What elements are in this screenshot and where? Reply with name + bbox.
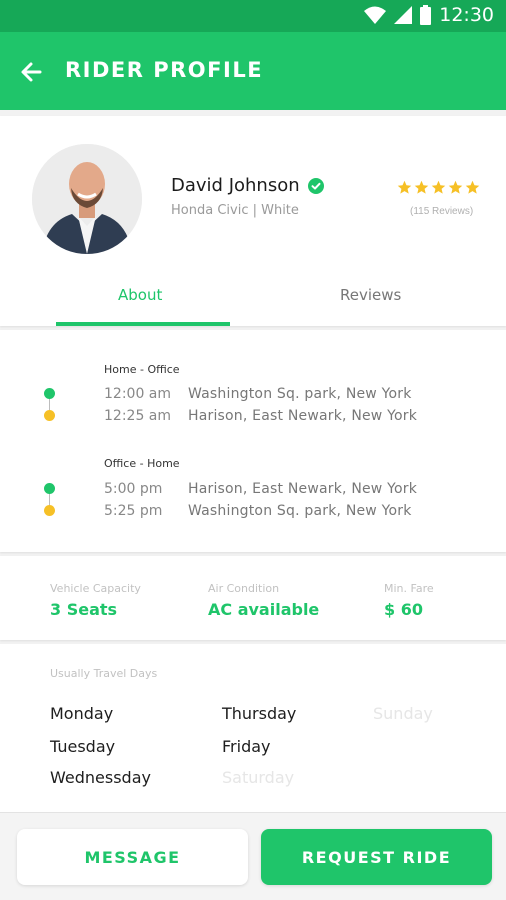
day-thursday: Thursday <box>222 704 297 723</box>
star-icon <box>448 180 463 194</box>
name-row: David Johnson <box>171 175 324 196</box>
capacity-label: Vehicle Capacity <box>50 582 141 595</box>
bottom-action-bar: MESSAGE REQUEST RIDE <box>0 812 506 900</box>
stop-address: Harison, East Newark, New York <box>188 481 418 497</box>
tab-indicator <box>56 322 230 326</box>
day-tuesday: Tuesday <box>50 737 116 756</box>
wifi-icon <box>364 6 387 24</box>
rider-name: David Johnson <box>171 175 300 196</box>
star-icon <box>397 180 412 194</box>
vehicle-info: Honda Civic | White <box>171 203 299 218</box>
page-title: RIDER PROFILE <box>65 58 264 82</box>
status-time: 12:30 <box>439 4 494 26</box>
vehicle-info-card: Vehicle Capacity 3 Seats Air Condition A… <box>0 556 506 640</box>
route-start-dot <box>44 388 55 399</box>
travel-days-label: Usually Travel Days <box>50 667 158 680</box>
capacity-value: 3 Seats <box>50 600 118 619</box>
stop-time: 12:00 am <box>104 386 172 402</box>
battery-icon <box>420 5 432 25</box>
status-icons: 12:30 <box>364 4 494 26</box>
reviews-count: (115 Reviews) <box>410 206 474 217</box>
routes-card: Home - Office 12:00 am Washington Sq. pa… <box>0 330 506 552</box>
route-title: Home - Office <box>104 363 180 376</box>
app-bar: RIDER PROFILE <box>0 32 506 110</box>
message-button[interactable]: MESSAGE <box>17 829 248 885</box>
day-saturday: Saturday <box>222 768 295 787</box>
stop-address: Washington Sq. park, New York <box>188 503 412 519</box>
status-bar: 12:30 <box>0 0 506 32</box>
route-start-dot <box>44 483 55 494</box>
ac-value: AC available <box>208 600 320 619</box>
avatar-image <box>32 144 142 254</box>
tab-about[interactable]: About <box>118 286 162 304</box>
tab-reviews[interactable]: Reviews <box>340 286 401 304</box>
day-friday: Friday <box>222 737 271 756</box>
stop-address: Harison, East Newark, New York <box>188 408 418 424</box>
request-ride-button[interactable]: REQUEST RIDE <box>261 829 492 885</box>
star-icon <box>414 180 429 194</box>
day-monday: Monday <box>50 704 114 723</box>
fare-label: Min. Fare <box>384 582 434 595</box>
stop-address: Washington Sq. park, New York <box>188 386 412 402</box>
route-end-dot <box>44 505 55 516</box>
profile-card: David Johnson Honda Civic | White (115 R… <box>0 116 506 326</box>
star-icon <box>465 180 480 194</box>
route-title: Office - Home <box>104 457 180 470</box>
stop-time: 12:25 am <box>104 408 172 424</box>
avatar <box>32 144 142 254</box>
arrow-left-icon[interactable] <box>18 58 46 86</box>
route-end-dot <box>44 410 55 421</box>
signal-icon <box>394 6 413 24</box>
stop-time: 5:00 pm <box>104 481 163 497</box>
rating-stars <box>397 180 480 195</box>
travel-days-card: Usually Travel Days Monday Tuesday Wedne… <box>0 644 506 812</box>
check-circle-icon <box>307 177 324 194</box>
fare-value: $ 60 <box>384 600 423 619</box>
day-wednesday: Wednessday <box>50 768 151 787</box>
ac-label: Air Condition <box>208 582 280 595</box>
star-icon <box>431 180 446 194</box>
day-sunday: Sunday <box>373 704 433 723</box>
stop-time: 5:25 pm <box>104 503 163 519</box>
